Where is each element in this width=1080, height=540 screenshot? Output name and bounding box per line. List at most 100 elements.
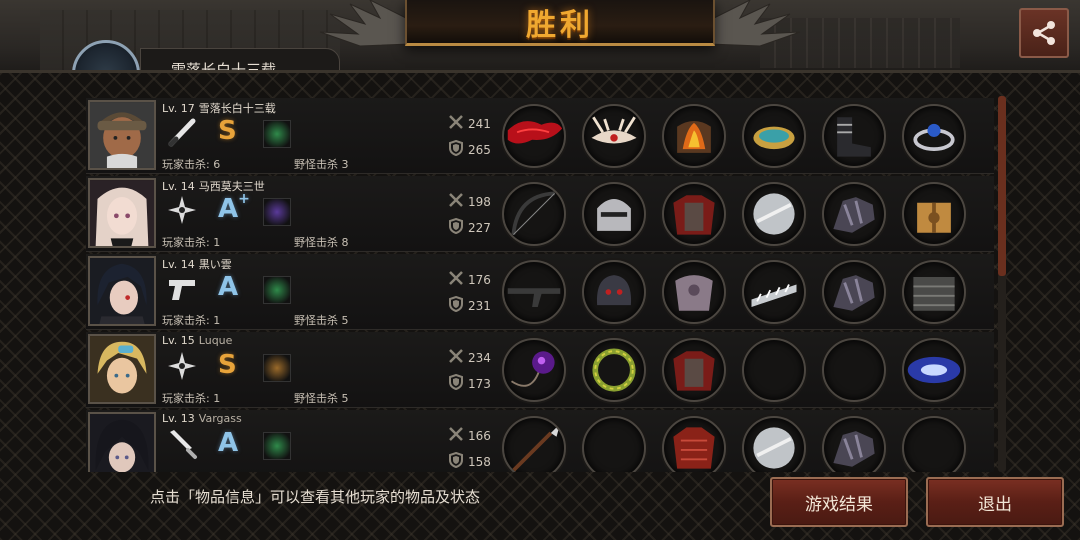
galaxy-orb-icon — [904, 340, 964, 400]
chain-armor-icon — [904, 262, 964, 322]
item-slot[interactable] — [742, 338, 806, 402]
item-slot[interactable] — [902, 104, 966, 168]
monster-kills: 野怪击杀 8 — [294, 236, 349, 249]
bat-icon — [166, 116, 198, 148]
attack-icon — [448, 114, 464, 133]
empty-slot — [744, 340, 804, 400]
item-slot[interactable] — [822, 338, 886, 402]
player-portrait[interactable] — [88, 100, 156, 170]
player-row[interactable]: Lv. 17 雪落长白十三载 S 玩家击杀: 6 野怪击杀 3 241 265 — [86, 98, 994, 174]
bow-icon — [504, 184, 564, 244]
defense-icon — [448, 295, 464, 315]
pistol-icon — [166, 272, 198, 304]
share-button[interactable] — [1019, 8, 1069, 58]
player-name: 雪落长白十三载 — [198, 102, 276, 115]
attack-value: 198 — [468, 194, 491, 209]
attack-value: 176 — [468, 272, 491, 287]
attack-value: 234 — [468, 350, 491, 365]
item-slot[interactable] — [742, 182, 806, 246]
item-slot[interactable] — [662, 182, 726, 246]
item-slot[interactable] — [582, 104, 646, 168]
attack-stat: 241 — [448, 114, 491, 133]
defense-icon — [448, 139, 464, 159]
crimson-armor-icon — [664, 340, 724, 400]
attack-value: 166 — [468, 428, 491, 443]
player-portrait[interactable] — [88, 334, 156, 404]
red-armor-icon — [664, 418, 724, 472]
steel-helmet-icon — [584, 262, 644, 322]
player-row[interactable]: Lv. 15 Luque S 玩家击杀: 1 野怪击杀 5 234 173 — [86, 332, 994, 408]
grade-plus: + — [238, 191, 250, 208]
feather-bracer-icon — [744, 262, 804, 322]
scrollbar-thumb[interactable] — [998, 96, 1006, 276]
item-slot[interactable] — [582, 182, 646, 246]
share-icon — [1033, 21, 1055, 45]
player-row[interactable]: Lv. 13 Vargass A 166 158 — [86, 410, 994, 472]
item-slot[interactable] — [822, 182, 886, 246]
player-level: Lv. 15 — [162, 334, 195, 347]
grade-letter: A — [218, 428, 239, 458]
item-slot[interactable] — [902, 416, 966, 472]
knife-icon — [166, 428, 198, 460]
player-row[interactable]: Lv. 14 马西莫夫三世 A+ 玩家击杀: 1 野怪击杀 8 198 227 — [86, 176, 994, 252]
item-slot[interactable] — [502, 416, 566, 472]
item-slot[interactable] — [822, 260, 886, 324]
item-slot[interactable] — [822, 104, 886, 168]
steel-shield-icon — [744, 184, 804, 244]
item-slot[interactable] — [742, 260, 806, 324]
monster-kills: 野怪击杀 5 — [294, 392, 349, 405]
gauntlet-icon — [824, 262, 884, 322]
defense-stat: 158 — [448, 451, 491, 471]
grade-badge: A — [218, 272, 238, 302]
item-slot[interactable] — [662, 416, 726, 472]
player-portrait[interactable] — [88, 178, 156, 248]
player-level-name: Lv. 14 黒い雲 — [162, 256, 232, 272]
gauntlet-icon — [824, 418, 884, 472]
exit-button[interactable]: 退出 — [926, 477, 1064, 527]
item-slot[interactable] — [502, 104, 566, 168]
plate-armor-icon — [664, 262, 724, 322]
player-row[interactable]: Lv. 14 黒い雲 A 玩家击杀: 1 野怪击杀 5 176 231 — [86, 254, 994, 330]
player-list[interactable]: Lv. 17 雪落长白十三载 S 玩家击杀: 6 野怪击杀 3 241 265 Lv. 14 马… — [86, 98, 994, 472]
item-slot[interactable] — [662, 260, 726, 324]
player-portrait[interactable] — [88, 412, 156, 472]
grade-letter: S — [218, 350, 237, 380]
player-portrait[interactable] — [88, 256, 156, 326]
crimson-armor-icon — [664, 184, 724, 244]
item-slot[interactable] — [662, 104, 726, 168]
crossbow-icon — [504, 262, 564, 322]
player-name: Luque — [198, 334, 233, 347]
grade-badge: S — [218, 116, 237, 146]
empty-slot — [824, 340, 884, 400]
item-slot[interactable] — [582, 338, 646, 402]
player-kills: 玩家击杀: 6 — [162, 158, 221, 171]
item-slot[interactable] — [822, 416, 886, 472]
attack-icon — [448, 192, 464, 211]
player-name: Vargass — [198, 412, 242, 425]
defense-value: 227 — [468, 220, 491, 235]
player-level-name: Lv. 17 雪落长白十三载 — [162, 100, 276, 116]
item-slot[interactable] — [502, 260, 566, 324]
defense-icon — [448, 451, 464, 471]
defense-icon — [448, 217, 464, 237]
right-wing-ornament — [709, 0, 810, 60]
item-slot[interactable] — [742, 416, 806, 472]
item-slot[interactable] — [502, 182, 566, 246]
page-title: 胜利 — [526, 7, 594, 43]
attack-icon — [448, 270, 464, 289]
item-slot[interactable] — [902, 182, 966, 246]
item-slot[interactable] — [582, 416, 646, 472]
knight-helmet-icon — [584, 184, 644, 244]
defense-stat: 265 — [448, 139, 491, 159]
item-slot[interactable] — [902, 338, 966, 402]
steel-shield-icon — [744, 418, 804, 472]
game-result-button[interactable]: 游戏结果 — [770, 477, 908, 527]
hint-text: 点击「物品信息」可以查看其他玩家的物品及状态 — [150, 488, 481, 506]
item-slot[interactable] — [902, 260, 966, 324]
item-slot[interactable] — [502, 338, 566, 402]
item-slot[interactable] — [582, 260, 646, 324]
player-name: 黒い雲 — [198, 258, 232, 271]
item-slot[interactable] — [662, 338, 726, 402]
item-slot[interactable] — [742, 104, 806, 168]
player-level: Lv. 17 — [162, 102, 195, 115]
